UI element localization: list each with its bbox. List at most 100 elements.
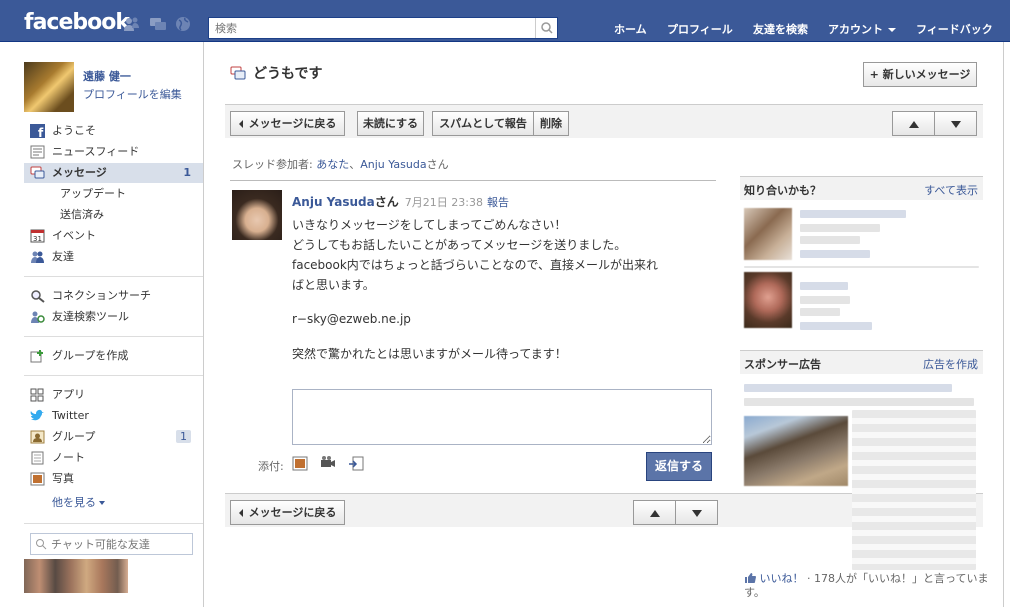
top-bar: facebook ホーム プロフィール 友達を検索 アカウント フィードバック: [0, 0, 1010, 42]
previous-thread-button[interactable]: [892, 111, 935, 136]
next-thread-button[interactable]: [934, 111, 977, 136]
facebook-icon: f: [30, 124, 45, 138]
attach-photo-icon[interactable]: [292, 456, 308, 471]
sidebar-item-connection-search[interactable]: コネクションサーチ: [24, 286, 203, 306]
arrow-down-icon: [950, 120, 961, 128]
participant-you-link[interactable]: あなた: [316, 158, 349, 171]
message-body-email: r−sky@ezweb.ne.jp: [292, 312, 411, 326]
suggested-friend-photo[interactable]: [744, 272, 792, 328]
sidebar-item-photos[interactable]: 写真: [24, 469, 203, 489]
see-more-link[interactable]: 他を見る: [52, 494, 105, 510]
sidebar-item-events[interactable]: 31 イベント: [24, 226, 203, 246]
new-message-button[interactable]: + 新しいメッセージ: [863, 62, 977, 87]
sender-name-link[interactable]: Anju Yasuda: [292, 195, 375, 209]
message-body-line: ばと思います。: [292, 278, 375, 292]
attach-link-icon[interactable]: [348, 456, 364, 471]
profile-avatar[interactable]: [24, 62, 74, 112]
messages-jewel-icon[interactable]: [149, 16, 167, 32]
suggested-friend-detail: [800, 308, 840, 316]
report-spam-button[interactable]: スパムとして報告: [432, 111, 534, 136]
next-thread-button[interactable]: [675, 500, 718, 525]
sidebar-item-label: ニュースフィード: [52, 145, 140, 158]
nav-find-friends[interactable]: 友達を検索: [753, 21, 808, 37]
suggested-friend-detail: [800, 236, 860, 244]
create-ad-link[interactable]: 広告を作成: [923, 356, 978, 372]
nav-home[interactable]: ホーム: [614, 21, 647, 37]
reply-textarea[interactable]: [292, 389, 712, 445]
divider: [744, 266, 979, 268]
sidebar-item-label: アプリ: [52, 388, 85, 401]
message-body-line: 突然で驚かれたとは思いますがメール待ってます！: [292, 347, 567, 361]
arrow-up-icon: [908, 120, 919, 128]
sidebar-item-notes[interactable]: ノート: [24, 448, 203, 468]
page-border-right: [1003, 42, 1004, 607]
online-friends-avatars[interactable]: [24, 559, 128, 593]
pymk-see-all-link[interactable]: すべて表示: [924, 182, 978, 198]
sidebar-item-messages[interactable]: メッセージ 1: [24, 163, 203, 183]
sidebar-item-label: 友達: [52, 250, 74, 263]
participant-other-link[interactable]: Anju Yasuda: [360, 158, 426, 171]
friend-finder-icon: [31, 311, 45, 323]
sidebar-item-twitter[interactable]: Twitter: [24, 406, 203, 426]
sidebar-item-label: メッセージ: [52, 166, 107, 179]
participant-separator: 、: [349, 158, 361, 171]
calendar-icon: 31: [30, 229, 45, 243]
group-count-badge: 1: [176, 427, 191, 447]
sidebar-item-newsfeed[interactable]: ニュースフィード: [24, 142, 203, 162]
facebook-logo[interactable]: facebook: [24, 10, 130, 35]
sidebar-item-label: グループ: [52, 430, 96, 443]
chevron-left-icon: [238, 120, 243, 128]
sidebar-item-label: ようこそ: [52, 124, 96, 137]
report-message-link[interactable]: 報告: [487, 196, 509, 209]
sender-suffix: さん: [374, 195, 399, 209]
nav-account-label: アカウント: [828, 23, 883, 36]
sidebar-item-apps[interactable]: アプリ: [24, 385, 203, 405]
notifications-globe-icon[interactable]: [174, 16, 192, 32]
suggested-friend-detail: [800, 224, 880, 232]
nav-account[interactable]: アカウント: [828, 21, 896, 37]
previous-thread-button[interactable]: [633, 500, 676, 525]
back-to-messages-button[interactable]: メッセージに戻る: [230, 500, 345, 525]
attach-video-icon[interactable]: [320, 456, 336, 471]
like-link[interactable]: いいね！: [760, 572, 804, 585]
sidebar-item-groups[interactable]: グループ 1: [24, 427, 203, 447]
participants-prefix: スレッド参加者:: [232, 158, 317, 171]
profile-name-link[interactable]: 遠藤 健一: [83, 68, 131, 84]
search-box: [208, 17, 558, 39]
sidebar-divider: [24, 276, 203, 277]
add-friend-link[interactable]: [800, 322, 872, 330]
group-icon: [30, 430, 45, 444]
nav-feedback[interactable]: フィードバック: [916, 21, 993, 37]
ad-image[interactable]: [744, 416, 848, 486]
sender-avatar[interactable]: [232, 190, 282, 240]
friend-requests-icon[interactable]: [123, 16, 141, 32]
mark-unread-button[interactable]: 未読にする: [357, 111, 424, 136]
sidebar-item-create-group[interactable]: グループを作成: [24, 346, 203, 366]
svg-text:31: 31: [33, 235, 42, 243]
thread-participants: スレッド参加者: あなた、Anju Yasudaさん: [232, 156, 449, 172]
suggested-friend-photo[interactable]: [744, 208, 792, 260]
sidebar-item-label: 送信済み: [60, 208, 104, 221]
suggested-friend-name[interactable]: [800, 282, 848, 290]
back-label: メッセージに戻る: [248, 506, 337, 519]
chat-search-input[interactable]: [51, 534, 191, 554]
ad-title[interactable]: [744, 384, 952, 392]
edit-profile-link[interactable]: プロフィールを編集: [83, 86, 182, 102]
back-to-messages-button[interactable]: メッセージに戻る: [230, 111, 345, 136]
sidebar-item-sent[interactable]: 送信済み: [24, 205, 203, 225]
delete-button[interactable]: 削除: [533, 111, 569, 136]
arrow-down-icon: [691, 509, 702, 517]
suggested-friend-name[interactable]: [800, 210, 906, 218]
reply-button[interactable]: 返信する: [646, 452, 712, 481]
message-body-line: いきなりメッセージをしてしまってごめんなさい！: [292, 218, 567, 232]
search-input[interactable]: [209, 18, 534, 38]
sidebar-item-updates[interactable]: アップデート: [24, 184, 203, 204]
sidebar-item-welcome[interactable]: f ようこそ: [24, 121, 203, 141]
add-friend-link[interactable]: [800, 250, 870, 258]
sidebar-item-label: Twitter: [52, 409, 89, 422]
sidebar-item-friend-finder[interactable]: 友達検索ツール: [24, 307, 203, 327]
search-button[interactable]: [535, 18, 557, 38]
chat-search-box: [30, 533, 193, 555]
sidebar-item-friends[interactable]: 友達: [24, 247, 203, 267]
nav-profile[interactable]: プロフィール: [667, 21, 733, 37]
